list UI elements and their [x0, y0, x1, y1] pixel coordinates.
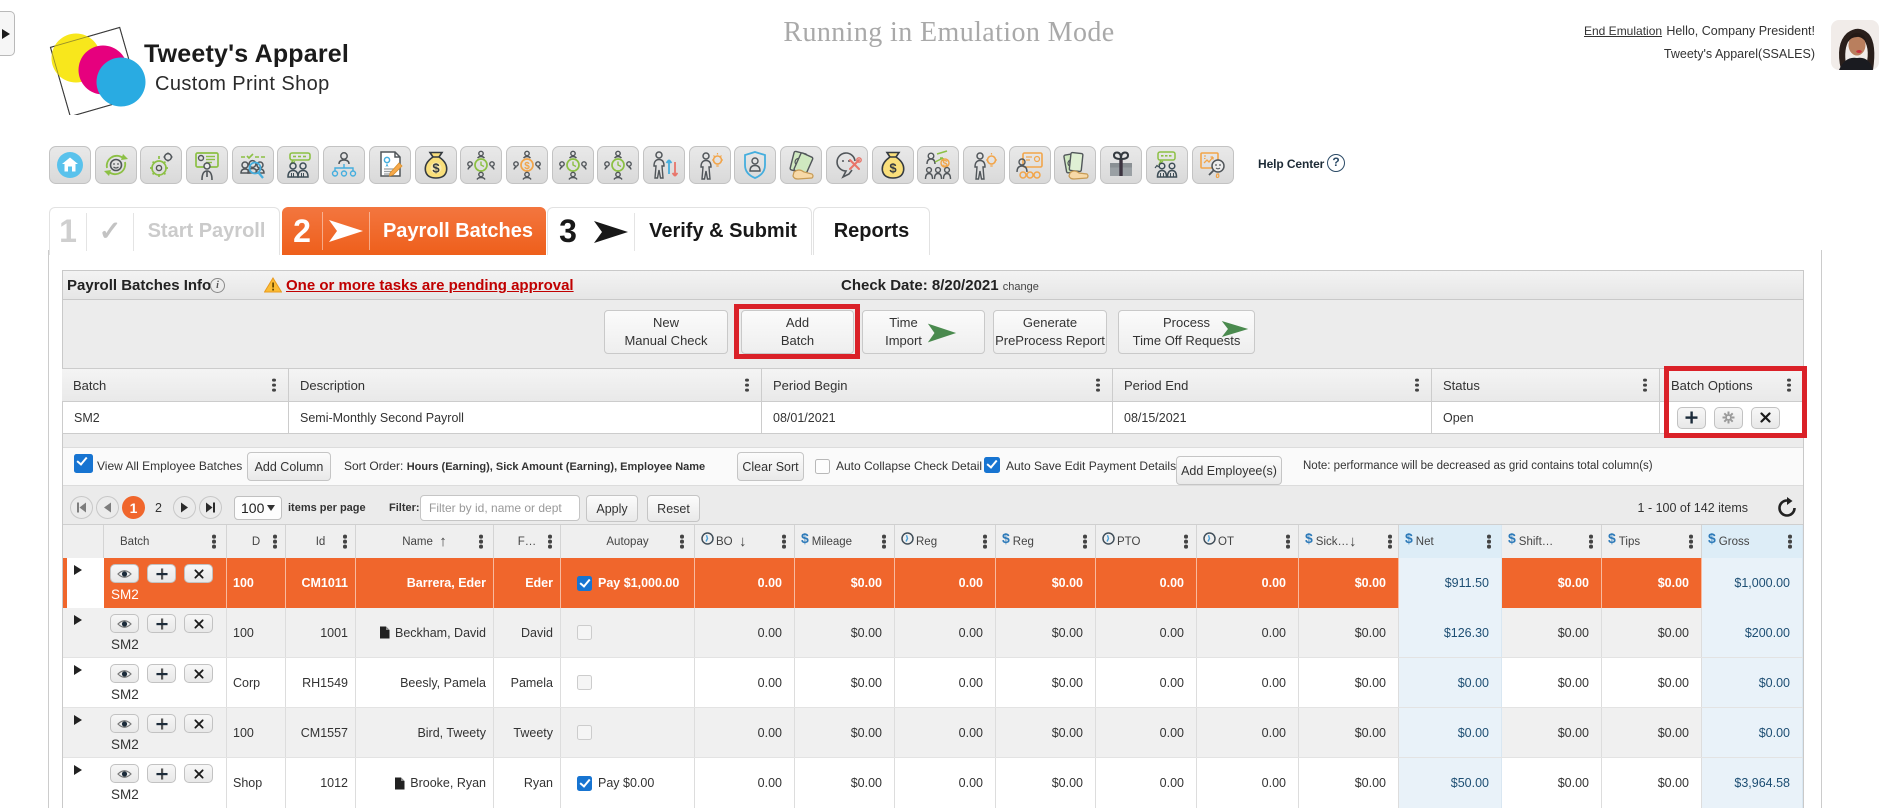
svg-text:$: $ — [889, 161, 897, 176]
svg-text:$: $ — [432, 161, 440, 176]
svg-text:$: $ — [524, 161, 530, 172]
